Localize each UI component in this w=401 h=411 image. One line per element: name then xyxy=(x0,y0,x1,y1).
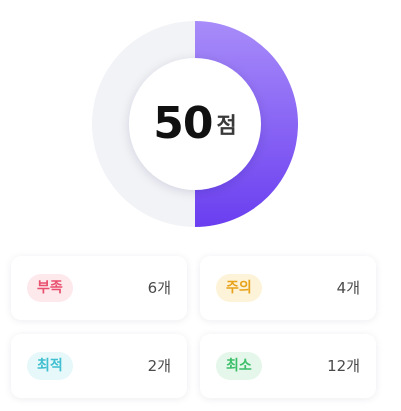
score-gauge: 50 점 xyxy=(91,17,298,231)
category-card-optimal[interactable]: 최적 2개 xyxy=(11,334,187,398)
category-badge: 부족 xyxy=(27,274,73,302)
category-badge: 최소 xyxy=(216,352,262,380)
gauge-center-disk xyxy=(129,58,261,190)
category-count: 12개 xyxy=(327,357,360,375)
category-count: 6개 xyxy=(147,279,171,297)
category-card-minimum[interactable]: 최소 12개 xyxy=(200,334,376,398)
category-badge: 주의 xyxy=(216,274,262,302)
category-card-deficient[interactable]: 부족 6개 xyxy=(11,256,187,320)
category-count: 4개 xyxy=(336,279,360,297)
category-badge: 최적 xyxy=(27,352,73,380)
score-ring xyxy=(91,21,298,228)
category-card-caution[interactable]: 주의 4개 xyxy=(200,256,376,320)
category-count: 2개 xyxy=(147,357,171,375)
